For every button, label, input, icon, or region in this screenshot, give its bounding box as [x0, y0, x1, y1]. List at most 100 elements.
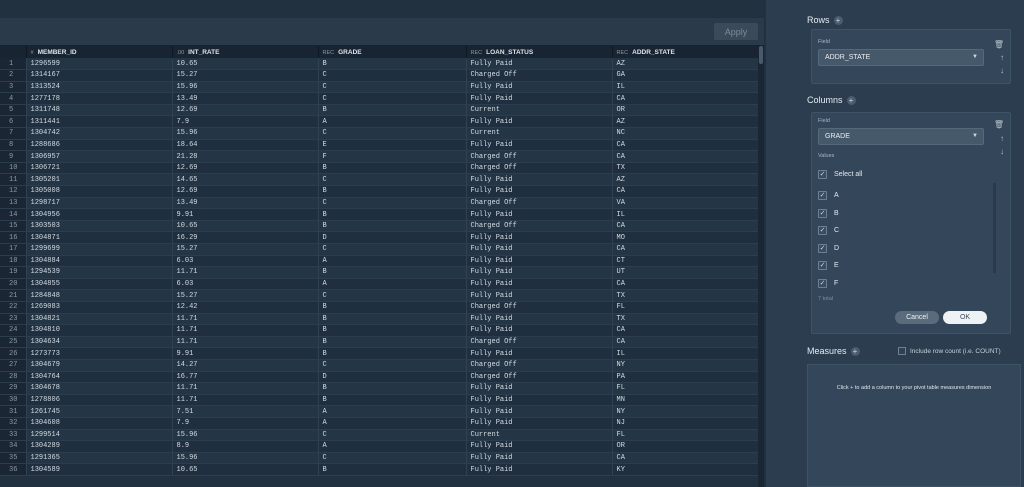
- table-cell: 1304289: [26, 440, 173, 453]
- columns-field-select[interactable]: GRADE ▼: [818, 128, 984, 145]
- table-row[interactable]: 34 1304289 8.9 A Fully Paid OR: [0, 440, 759, 453]
- include-row-count-option[interactable]: Include row count (i.e. COUNT): [898, 347, 1001, 355]
- column-header-int-rate[interactable]: .00 INT_RATE: [172, 46, 319, 58]
- checkbox-checked-icon[interactable]: ✓: [818, 243, 827, 253]
- column-header-label: LOAN_STATUS: [486, 48, 534, 56]
- add-row-plus-icon[interactable]: +: [833, 15, 843, 25]
- chevron-down-icon: ▼: [972, 54, 978, 60]
- table-row[interactable]: 33 1299514 15.96 C Current FL: [0, 429, 759, 442]
- column-header-loan-status[interactable]: REC LOAN_STATUS: [466, 46, 613, 58]
- column-header-addr-state[interactable]: REC ADDR_STATE: [612, 46, 759, 58]
- table-cell: OR: [612, 440, 759, 453]
- include-row-count-checkbox[interactable]: [898, 347, 906, 355]
- table-row[interactable]: 17 1299699 15.27 C Fully Paid CA: [0, 243, 759, 256]
- cancel-button[interactable]: Cancel: [895, 311, 939, 324]
- checkbox-checked-icon[interactable]: ✓: [818, 226, 827, 235]
- value-checkbox-row[interactable]: ✓ F: [818, 278, 838, 288]
- table-row[interactable]: 1 1296599 10.65 B Fully Paid AZ: [0, 58, 759, 71]
- table-row[interactable]: 19 1294539 11.71 B Fully Paid UT: [0, 266, 759, 279]
- value-checkbox-row[interactable]: ✓ E: [818, 261, 839, 270]
- table-row[interactable]: 30 1278806 11.71 B Fully Paid MN: [0, 394, 759, 407]
- table-cell: A: [318, 405, 467, 418]
- table-cell: 1304742: [26, 127, 173, 140]
- trash-icon[interactable]: 🗑: [994, 40, 1004, 49]
- table-row[interactable]: 12 1305008 12.69 B Fully Paid CA: [0, 185, 759, 198]
- rows-field-select[interactable]: ADDR_STATE ▼: [818, 49, 984, 66]
- value-checkbox-row[interactable]: ✓ D: [818, 243, 839, 253]
- apply-button[interactable]: Apply: [714, 23, 758, 40]
- table-cell: AZ: [612, 58, 759, 71]
- table-row[interactable]: 35 1291365 15.96 C Fully Paid CA: [0, 452, 759, 465]
- column-header-grade[interactable]: REC GRADE: [318, 46, 467, 58]
- select-all-checkbox-row[interactable]: ✓ Select all: [818, 170, 862, 179]
- values-scrollbar[interactable]: [993, 183, 996, 273]
- table-row[interactable]: 13 1298717 13.49 C Charged Off VA: [0, 197, 759, 210]
- table-row[interactable]: 36 1304589 10.65 B Fully Paid KY: [0, 463, 759, 476]
- table-row[interactable]: 25 1304634 11.71 B Charged Off CA: [0, 336, 759, 349]
- arrow-up-icon[interactable]: ↑: [1000, 53, 1004, 62]
- add-measure-plus-icon[interactable]: +: [850, 346, 860, 356]
- table-cell: Fully Paid: [466, 231, 613, 244]
- value-checkbox-row[interactable]: ✓ C: [818, 226, 839, 235]
- table-cell: 1311748: [26, 104, 173, 117]
- table-row[interactable]: 24 1304810 11.71 B Fully Paid CA: [0, 324, 759, 337]
- table-row[interactable]: 11 1305201 14.65 C Fully Paid AZ: [0, 173, 759, 187]
- rows-field-card: Field ADDR_STATE ▼ 🗑 ↑ ↓: [811, 29, 1011, 84]
- checkbox-checked-icon[interactable]: ✓: [818, 261, 827, 270]
- table-row[interactable]: 18 1304884 6.03 A Fully Paid CT: [0, 255, 759, 268]
- table-row[interactable]: 21 1284848 15.27 C Fully Paid TX: [0, 289, 759, 302]
- table-cell: 1278806: [26, 394, 173, 407]
- rows-title-label: Rows: [807, 15, 830, 25]
- arrow-up-icon[interactable]: ↑: [1000, 134, 1004, 143]
- table-cell: C: [318, 289, 467, 302]
- checkbox-checked-icon[interactable]: ✓: [818, 278, 827, 288]
- checkbox-checked-icon[interactable]: ✓: [818, 208, 827, 218]
- column-header-member-id[interactable]: # MEMBER_ID: [26, 46, 173, 58]
- table-row[interactable]: 27 1304679 14.27 C Charged Off NY: [0, 359, 759, 372]
- table-cell: 11.71: [172, 336, 319, 349]
- table-row[interactable]: 3 1313524 15.96 C Fully Paid IL: [0, 81, 759, 94]
- table-row[interactable]: 14 1304956 9.91 B Fully Paid IL: [0, 208, 759, 221]
- add-column-plus-icon[interactable]: +: [846, 95, 856, 105]
- value-checkbox-row[interactable]: ✓ A: [818, 191, 839, 200]
- table-row[interactable]: 15 1303503 10.65 B Charged Off CA: [0, 220, 759, 233]
- table-row[interactable]: 10 1306721 12.69 B Charged Off TX: [0, 162, 759, 175]
- table-cell: 15.96: [172, 81, 319, 94]
- table-row[interactable]: 32 1304608 7.9 A Fully Paid NJ: [0, 417, 759, 430]
- checkbox-checked-icon[interactable]: ✓: [818, 191, 827, 200]
- rows-field-label: Field: [818, 39, 830, 45]
- table-cell: 12.69: [172, 104, 319, 117]
- table-row[interactable]: 22 1269083 12.42 B Charged Off FL: [0, 301, 759, 314]
- measures-drop-area[interactable]: Click + to add a column to your pivot ta…: [807, 364, 1021, 487]
- table-cell: Fully Paid: [466, 324, 613, 337]
- table-row[interactable]: 16 1304871 16.29 D Fully Paid MO: [0, 231, 759, 244]
- row-number: 6: [0, 115, 27, 129]
- value-checkbox-row[interactable]: ✓ B: [818, 208, 839, 218]
- table-row[interactable]: 8 1288686 18.64 E Fully Paid CA: [0, 139, 759, 152]
- row-number: 34: [0, 440, 27, 453]
- table-row[interactable]: 28 1304764 16.77 D Charged Off PA: [0, 371, 759, 384]
- trash-icon[interactable]: 🗑: [994, 120, 1004, 129]
- table-row[interactable]: 29 1304678 11.71 B Fully Paid FL: [0, 382, 759, 395]
- table-row[interactable]: 4 1277178 13.49 C Fully Paid CA: [0, 92, 759, 105]
- table-row[interactable]: 20 1304855 6.03 A Fully Paid CA: [0, 278, 759, 291]
- arrow-down-icon[interactable]: ↓: [1000, 66, 1004, 75]
- table-cell: C: [318, 452, 467, 465]
- table-cell: 1296599: [26, 58, 173, 71]
- table-row[interactable]: 26 1273773 9.91 B Fully Paid IL: [0, 347, 759, 360]
- table-cell: 1304678: [26, 382, 173, 395]
- row-number: 19: [0, 266, 27, 279]
- table-row[interactable]: 31 1261745 7.51 A Fully Paid NY: [0, 405, 759, 418]
- checkbox-checked-icon[interactable]: ✓: [818, 170, 827, 179]
- table-row[interactable]: 2 1314167 15.27 C Charged Off GA: [0, 69, 759, 82]
- ok-button[interactable]: OK: [943, 311, 987, 324]
- table-row[interactable]: 7 1304742 15.96 C Current NC: [0, 127, 759, 140]
- table-row[interactable]: 6 1311441 7.9 A Fully Paid AZ: [0, 115, 759, 129]
- vertical-scrollbar[interactable]: [758, 46, 764, 487]
- table-row[interactable]: 9 1306957 21.28 F Charged Off CA: [0, 150, 759, 163]
- table-cell: 1305201: [26, 173, 173, 187]
- table-row[interactable]: 23 1304821 11.71 B Fully Paid TX: [0, 313, 759, 326]
- scrollbar-thumb[interactable]: [759, 46, 763, 64]
- table-row[interactable]: 5 1311748 12.69 B Current OR: [0, 104, 759, 117]
- arrow-down-icon[interactable]: ↓: [1000, 147, 1004, 156]
